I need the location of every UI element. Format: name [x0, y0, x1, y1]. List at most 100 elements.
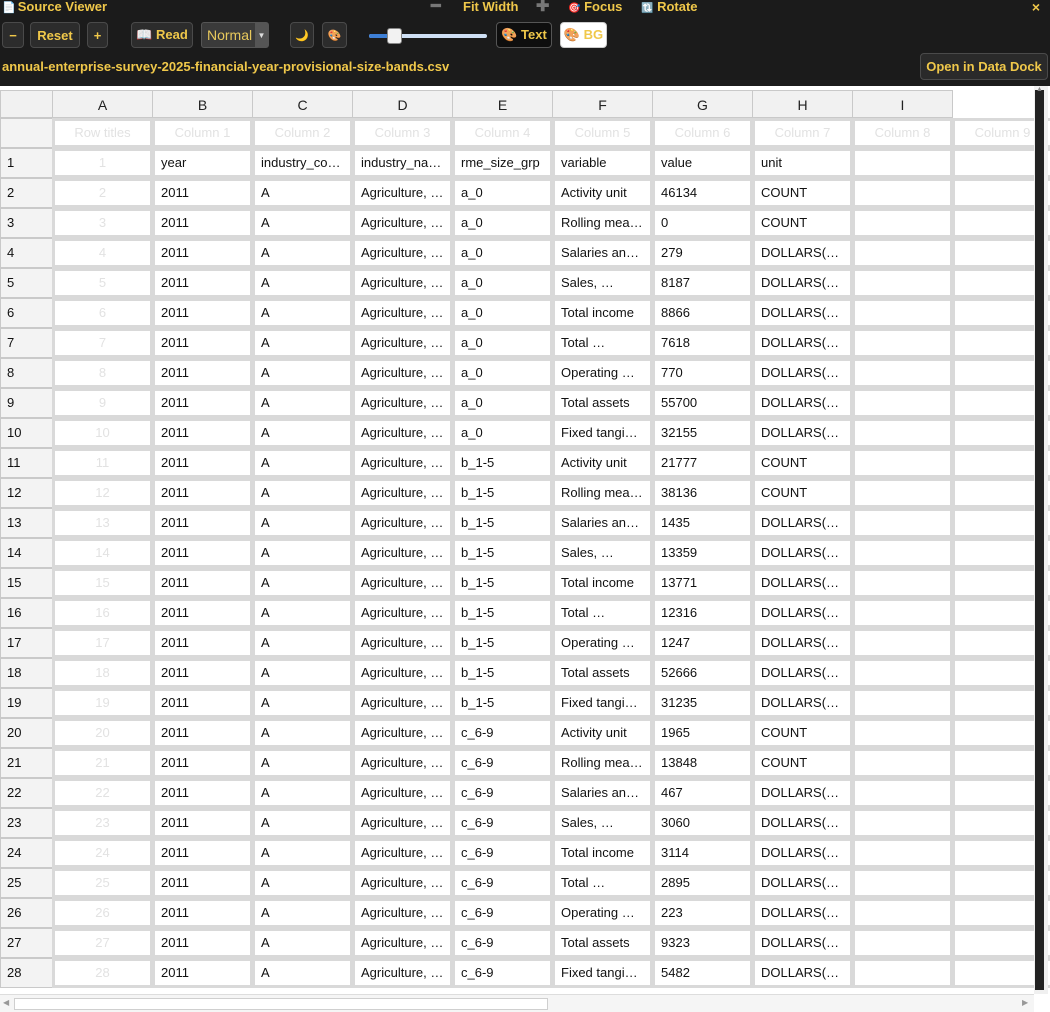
column-title-cell[interactable]: Column 8: [852, 118, 953, 148]
table-cell[interactable]: Total …: [552, 598, 653, 628]
row-title-cell[interactable]: 4: [52, 238, 153, 268]
table-cell[interactable]: 279: [652, 238, 753, 268]
table-cell[interactable]: 7618: [652, 328, 753, 358]
table-cell[interactable]: Agriculture, …: [352, 688, 453, 718]
row-header[interactable]: 11: [0, 448, 53, 478]
table-cell[interactable]: A: [252, 958, 353, 988]
table-cell[interactable]: c_6-9: [452, 748, 553, 778]
table-cell[interactable]: [852, 238, 953, 268]
table-cell[interactable]: Fixed tangi…: [552, 958, 653, 988]
row-title-cell[interactable]: 23: [52, 808, 153, 838]
table-cell[interactable]: a_0: [452, 268, 553, 298]
table-cell[interactable]: 2011: [152, 958, 253, 988]
table-cell[interactable]: Total assets: [552, 928, 653, 958]
table-cell[interactable]: Rolling mea…: [552, 748, 653, 778]
table-cell[interactable]: Total assets: [552, 658, 653, 688]
row-title-cell[interactable]: 8: [52, 358, 153, 388]
table-cell[interactable]: Agriculture, …: [352, 298, 453, 328]
table-cell[interactable]: year: [152, 148, 253, 178]
table-cell[interactable]: A: [252, 268, 353, 298]
table-cell[interactable]: Agriculture, …: [352, 448, 453, 478]
table-cell[interactable]: 223: [652, 898, 753, 928]
table-cell[interactable]: a_0: [452, 208, 553, 238]
table-cell[interactable]: [852, 658, 953, 688]
column-title-cell[interactable]: Column 2: [252, 118, 353, 148]
row-header[interactable]: 20: [0, 718, 53, 748]
table-cell[interactable]: DOLLARS(…: [752, 508, 853, 538]
table-cell[interactable]: 2011: [152, 208, 253, 238]
table-cell[interactable]: Salaries an…: [552, 238, 653, 268]
table-cell[interactable]: 770: [652, 358, 753, 388]
table-cell[interactable]: 21777: [652, 448, 753, 478]
table-cell[interactable]: a_0: [452, 418, 553, 448]
table-cell[interactable]: A: [252, 628, 353, 658]
row-title-cell[interactable]: 17: [52, 628, 153, 658]
table-cell[interactable]: 2011: [152, 388, 253, 418]
row-title-cell[interactable]: 3: [52, 208, 153, 238]
table-cell[interactable]: Agriculture, …: [352, 748, 453, 778]
table-cell[interactable]: DOLLARS(…: [752, 598, 853, 628]
table-cell[interactable]: Total assets: [552, 388, 653, 418]
table-cell[interactable]: Sales, …: [552, 538, 653, 568]
table-cell[interactable]: Agriculture, …: [352, 898, 453, 928]
table-cell[interactable]: Operating …: [552, 628, 653, 658]
table-cell[interactable]: 2011: [152, 598, 253, 628]
zoom-slider-thumb[interactable]: [387, 28, 402, 44]
table-cell[interactable]: [852, 718, 953, 748]
table-cell[interactable]: Salaries an…: [552, 508, 653, 538]
table-cell[interactable]: DOLLARS(…: [752, 358, 853, 388]
table-cell[interactable]: Total …: [552, 868, 653, 898]
table-cell[interactable]: 2011: [152, 508, 253, 538]
row-title-cell[interactable]: 28: [52, 958, 153, 988]
table-cell[interactable]: 2011: [152, 268, 253, 298]
row-header[interactable]: 3: [0, 208, 53, 238]
table-cell[interactable]: DOLLARS(…: [752, 928, 853, 958]
table-cell[interactable]: 31235: [652, 688, 753, 718]
table-cell[interactable]: Sales, …: [552, 268, 653, 298]
table-cell[interactable]: 1965: [652, 718, 753, 748]
table-cell[interactable]: Salaries an…: [552, 778, 653, 808]
table-cell[interactable]: Sales, …: [552, 808, 653, 838]
zoom-minus-icon[interactable]: ━: [431, 0, 441, 16]
table-cell[interactable]: b_1-5: [452, 688, 553, 718]
row-title-cell[interactable]: 14: [52, 538, 153, 568]
table-cell[interactable]: A: [252, 688, 353, 718]
table-cell[interactable]: Agriculture, …: [352, 958, 453, 988]
read-button[interactable]: 📖 Read: [131, 22, 193, 48]
table-cell[interactable]: c_6-9: [452, 808, 553, 838]
table-cell[interactable]: c_6-9: [452, 718, 553, 748]
table-cell[interactable]: a_0: [452, 178, 553, 208]
table-cell[interactable]: A: [252, 478, 353, 508]
table-cell[interactable]: 2011: [152, 538, 253, 568]
table-cell[interactable]: Agriculture, …: [352, 328, 453, 358]
table-cell[interactable]: industry_co…: [252, 148, 353, 178]
table-cell[interactable]: DOLLARS(…: [752, 628, 853, 658]
palette-button[interactable]: 🎨: [322, 22, 347, 48]
table-cell[interactable]: COUNT: [752, 478, 853, 508]
row-header[interactable]: 26: [0, 898, 53, 928]
row-title-cell[interactable]: 1: [52, 148, 153, 178]
table-cell[interactable]: a_0: [452, 358, 553, 388]
column-header-i[interactable]: I: [852, 90, 953, 118]
table-cell[interactable]: 3114: [652, 838, 753, 868]
table-cell[interactable]: Agriculture, …: [352, 358, 453, 388]
table-cell[interactable]: 2011: [152, 778, 253, 808]
table-cell[interactable]: 2011: [152, 868, 253, 898]
table-cell[interactable]: b_1-5: [452, 628, 553, 658]
focus-button[interactable]: 🎯 Focus: [568, 0, 622, 14]
table-cell[interactable]: A: [252, 838, 353, 868]
scroll-left-icon[interactable]: ◀: [3, 998, 9, 1007]
table-cell[interactable]: DOLLARS(…: [752, 238, 853, 268]
row-header[interactable]: 19: [0, 688, 53, 718]
table-cell[interactable]: [852, 898, 953, 928]
table-cell[interactable]: DOLLARS(…: [752, 868, 853, 898]
table-cell[interactable]: [852, 778, 953, 808]
table-cell[interactable]: A: [252, 178, 353, 208]
table-cell[interactable]: [852, 928, 953, 958]
table-cell[interactable]: Agriculture, …: [352, 838, 453, 868]
table-cell[interactable]: A: [252, 568, 353, 598]
table-cell[interactable]: 52666: [652, 658, 753, 688]
table-cell[interactable]: [852, 538, 953, 568]
table-cell[interactable]: Rolling mea…: [552, 208, 653, 238]
rotate-button[interactable]: 🔃 Rotate: [641, 0, 698, 14]
